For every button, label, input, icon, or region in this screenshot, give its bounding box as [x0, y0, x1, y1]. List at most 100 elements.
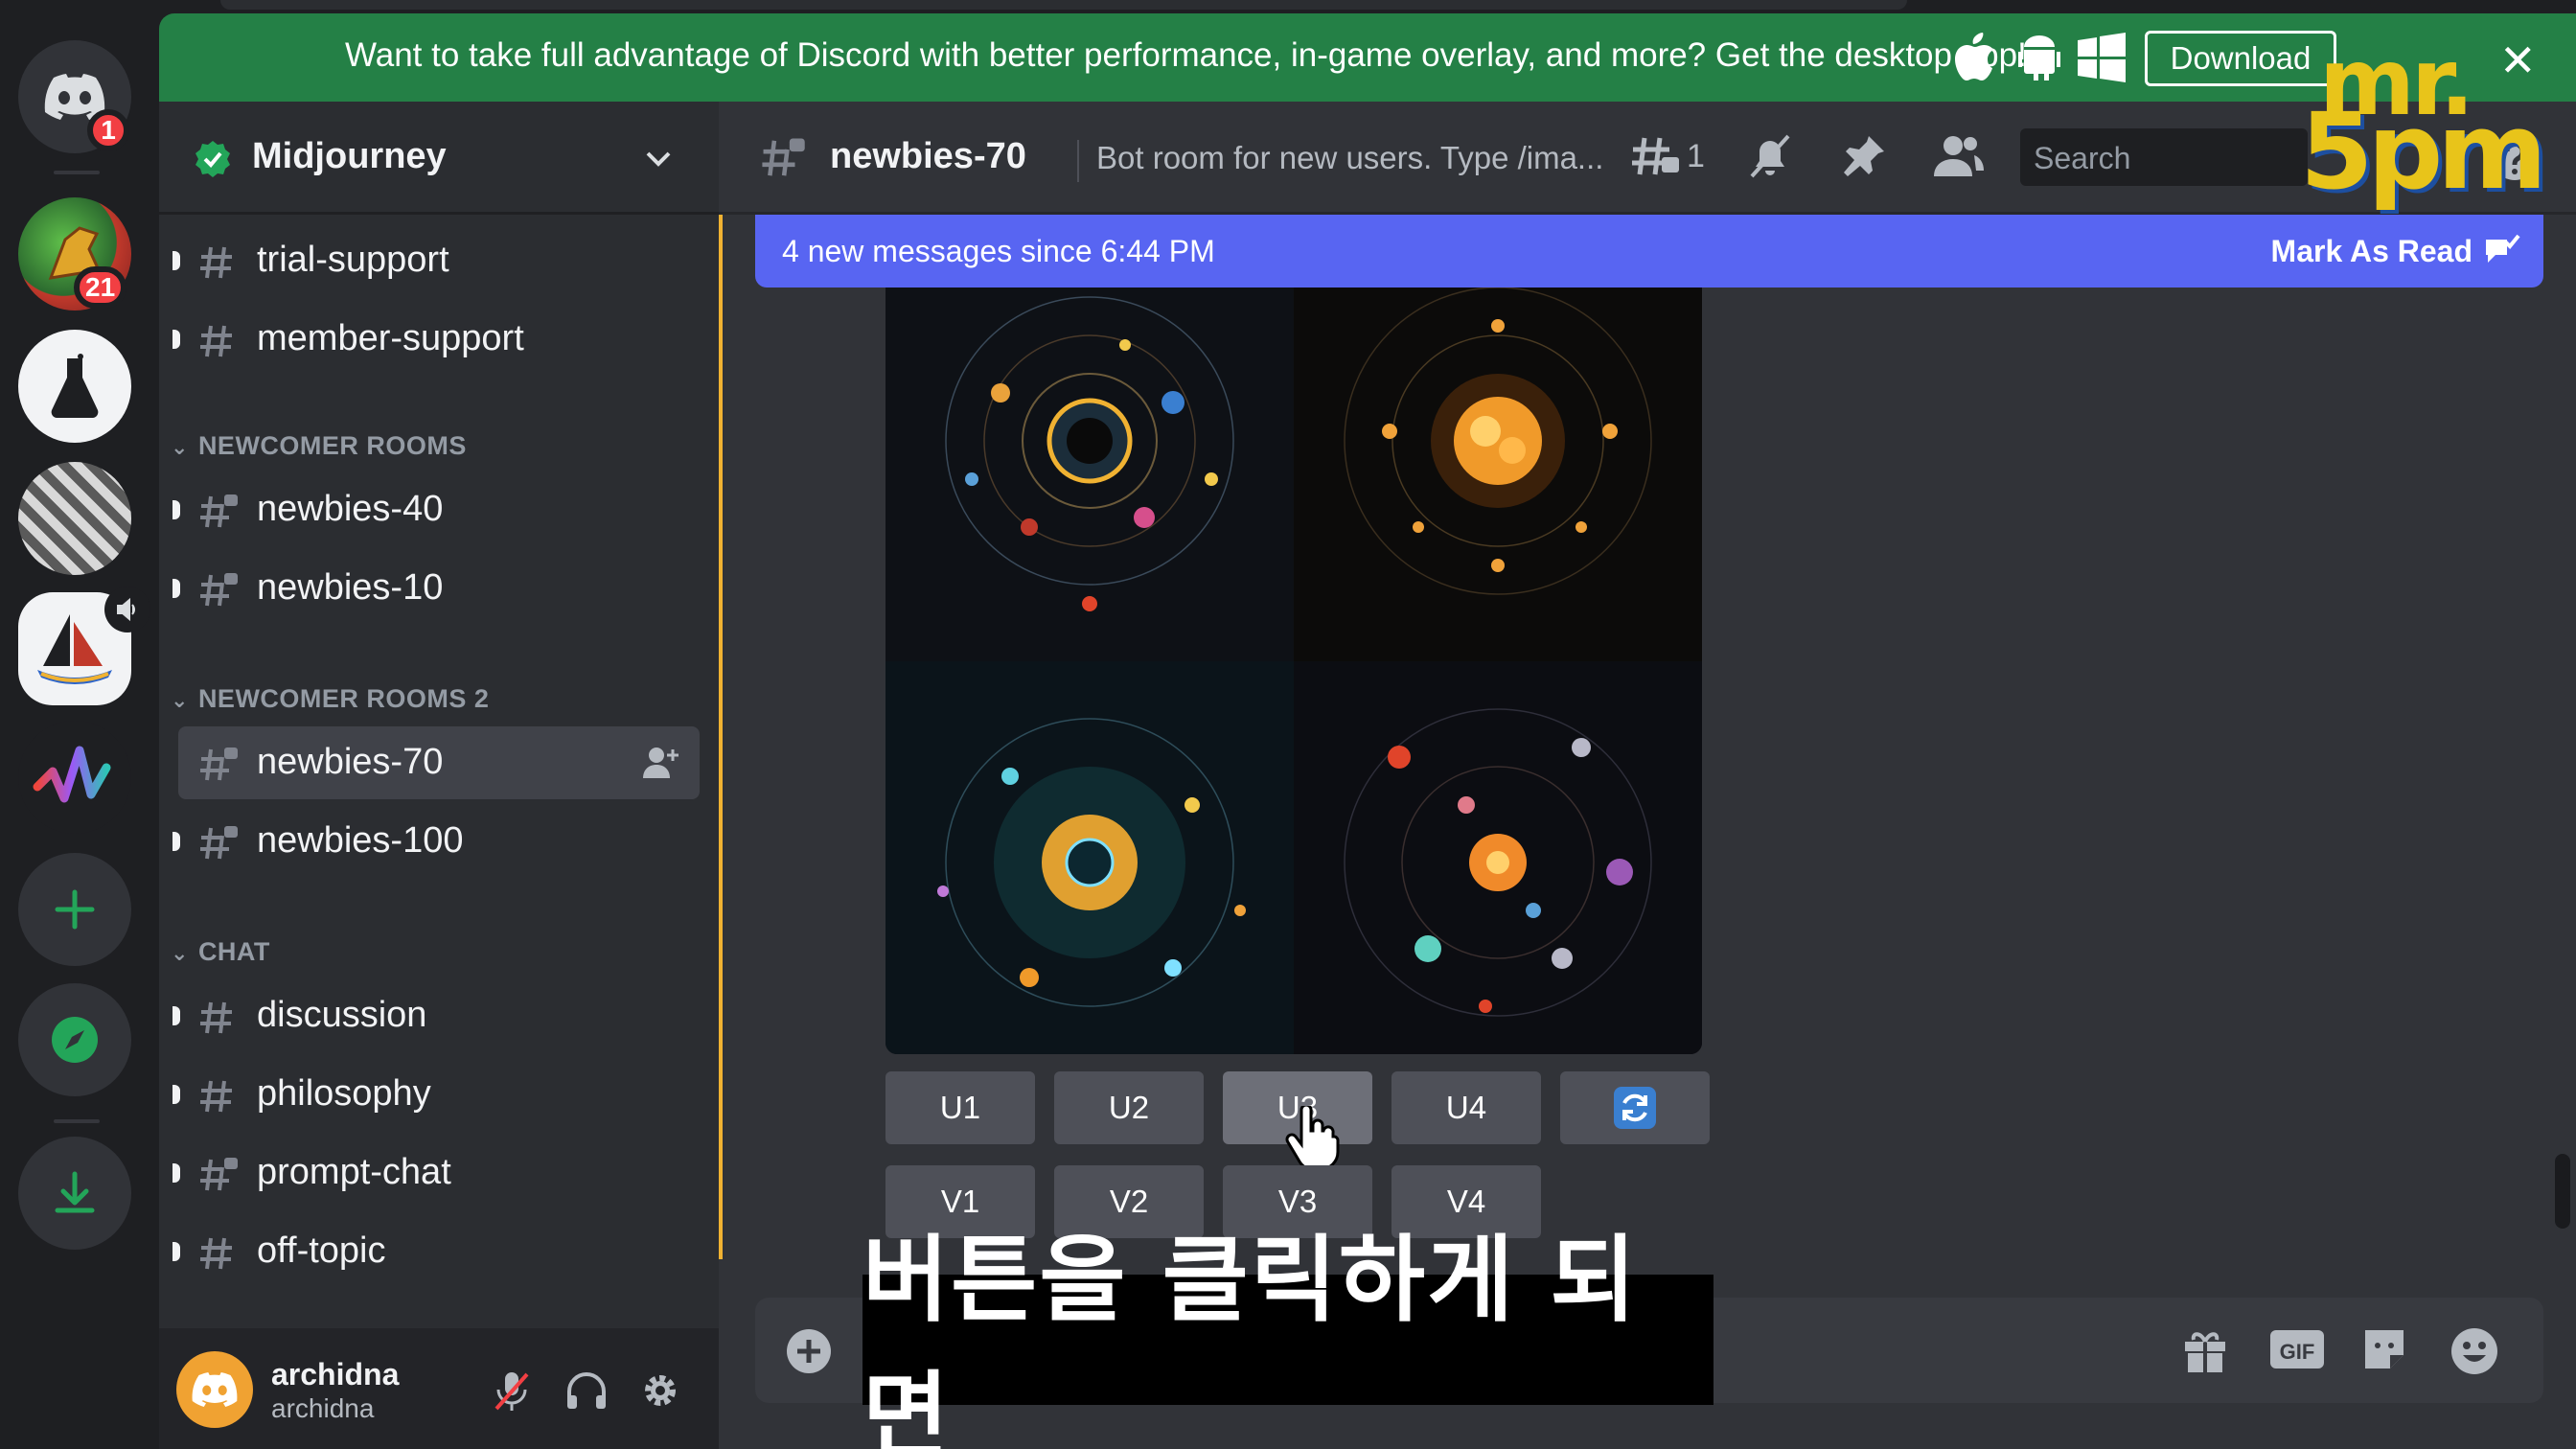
- scrollbar-thumb[interactable]: [2555, 1154, 2570, 1229]
- channel-member-support[interactable]: member-support: [172, 303, 700, 376]
- hash-icon: [200, 1080, 232, 1113]
- download-apps-button[interactable]: [18, 1137, 131, 1250]
- header-divider: [1077, 140, 1079, 182]
- thread-hash-icon: [200, 826, 238, 860]
- channel-label: discussion: [257, 995, 427, 1035]
- unread-indicator: [172, 1163, 180, 1183]
- channel-newbies-10[interactable]: newbies-10: [172, 552, 700, 625]
- invite-user-icon[interactable]: [642, 746, 680, 780]
- chevron-down-icon: ⌄: [171, 688, 189, 712]
- category-chat[interactable]: ⌄ CHAT: [171, 937, 270, 967]
- channel-label: off-topic: [257, 1230, 386, 1271]
- channel-watermark: mr. 5pm: [2300, 29, 2559, 213]
- channel-philosophy[interactable]: philosophy: [172, 1058, 700, 1131]
- search-input[interactable]: Search: [2020, 128, 2308, 186]
- svg-text:GIF: GIF: [2280, 1340, 2315, 1364]
- reroll-button[interactable]: [1560, 1071, 1710, 1144]
- android-icon[interactable]: [2018, 33, 2060, 82]
- new-messages-bar[interactable]: 4 new messages since 6:44 PM Mark As Rea…: [755, 215, 2543, 288]
- discord-logo-icon: [192, 1372, 238, 1407]
- server-wave-icon[interactable]: [18, 721, 131, 834]
- server-horse-icon[interactable]: 21: [18, 197, 131, 310]
- channel-header: newbies-70 Bot room for new users. Type …: [719, 102, 2576, 215]
- upscale-4-button[interactable]: U4: [1392, 1071, 1541, 1144]
- attach-plus-icon[interactable]: [786, 1328, 832, 1374]
- channel-off-topic[interactable]: off-topic: [172, 1215, 700, 1288]
- emoji-icon[interactable]: [2450, 1326, 2499, 1376]
- upscale-1-button[interactable]: U1: [886, 1071, 1035, 1144]
- unread-indicator: [172, 1006, 180, 1025]
- server-lab-icon[interactable]: [18, 330, 131, 443]
- verified-check-icon: [196, 141, 230, 177]
- download-icon: [55, 1171, 95, 1213]
- direct-messages-button[interactable]: 1: [18, 40, 131, 153]
- gif-icon[interactable]: GIF: [2269, 1326, 2325, 1372]
- subtitle-text: 버튼을 클릭하게 되면: [862, 1226, 1639, 1449]
- generated-image-1[interactable]: [886, 288, 1294, 661]
- channel-label: newbies-40: [257, 489, 444, 529]
- channel-sidebar: Midjourney trial-support member-support …: [159, 102, 719, 1449]
- server-pattern-icon[interactable]: [18, 462, 131, 575]
- refresh-icon: [1614, 1087, 1656, 1129]
- wave-logo-icon: [33, 746, 111, 803]
- video-subtitle: 버튼을 클릭하게 되면: [862, 1226, 1714, 1449]
- server-midjourney-icon[interactable]: [18, 586, 150, 705]
- threads-icon[interactable]: [1629, 132, 1681, 180]
- headphones-icon[interactable]: [565, 1370, 608, 1411]
- category-newcomer-rooms-2[interactable]: ⌄ NEWCOMER ROOMS 2: [171, 684, 489, 714]
- category-newcomer-rooms[interactable]: ⌄ NEWCOMER ROOMS: [171, 431, 467, 461]
- desktop-app-banner: Want to take full advantage of Discord w…: [159, 13, 2576, 102]
- channel-newbies-70[interactable]: newbies-70: [178, 726, 700, 799]
- generated-image-4[interactable]: [1294, 661, 1702, 1054]
- avatar[interactable]: [176, 1351, 253, 1428]
- channel-discussion[interactable]: discussion: [172, 979, 700, 1052]
- compass-icon: [52, 1017, 98, 1063]
- guild-header[interactable]: Midjourney: [159, 102, 719, 215]
- channel-trial-support[interactable]: trial-support: [172, 224, 700, 297]
- channel-newbies-100[interactable]: newbies-100: [172, 805, 700, 878]
- mark-as-read-button[interactable]: Mark As Read: [2271, 234, 2472, 269]
- browser-url-bar[interactable]: [220, 0, 1907, 10]
- chevron-down-icon[interactable]: [644, 144, 673, 172]
- plus-icon: [55, 889, 95, 930]
- search-placeholder: Search: [2034, 141, 2131, 175]
- channel-prompt-chat[interactable]: prompt-chat: [172, 1137, 700, 1209]
- sticker-icon[interactable]: [2361, 1326, 2407, 1372]
- thread-count: 1: [1687, 138, 1705, 174]
- channel-topic[interactable]: Bot room for new users. Type /ima...: [1096, 140, 1603, 176]
- channel-label: philosophy: [257, 1073, 431, 1114]
- gift-icon[interactable]: [2181, 1326, 2229, 1374]
- unread-indicator: [172, 251, 180, 270]
- username: archidna: [271, 1357, 400, 1392]
- unread-indicator: [172, 500, 180, 519]
- channel-newbies-40[interactable]: newbies-40: [172, 473, 700, 546]
- new-messages-text: 4 new messages since 6:44 PM: [782, 234, 1215, 268]
- mute-microphone-icon[interactable]: [493, 1370, 531, 1413]
- upscale-2-button[interactable]: U2: [1054, 1071, 1204, 1144]
- channel-label: newbies-70: [257, 742, 444, 782]
- windows-icon[interactable]: [2078, 33, 2126, 82]
- guild-name: Midjourney: [252, 136, 447, 176]
- channel-label: newbies-10: [257, 567, 444, 608]
- generated-image-3[interactable]: [886, 661, 1294, 1054]
- channel-label: prompt-chat: [257, 1152, 451, 1192]
- server-rail: 1 21: [0, 0, 159, 1449]
- pin-icon[interactable]: [1840, 132, 1888, 180]
- rail-separator: [54, 171, 100, 174]
- settings-gear-icon[interactable]: [640, 1370, 680, 1411]
- notifications-muted-icon[interactable]: [1746, 132, 1794, 180]
- voice-speaker-icon: [104, 586, 150, 632]
- hand-cursor-icon: [1285, 1106, 1340, 1171]
- dm-notification-badge: 1: [87, 109, 129, 151]
- member-list-icon[interactable]: [1932, 132, 1986, 180]
- generated-image-2[interactable]: [1294, 288, 1702, 661]
- category-label: NEWCOMER ROOMS: [197, 431, 467, 460]
- hash-icon: [200, 1001, 232, 1034]
- explore-servers-button[interactable]: [18, 983, 131, 1096]
- midjourney-image-grid[interactable]: [886, 288, 1702, 1054]
- thread-hash-icon: [200, 748, 238, 781]
- add-server-button[interactable]: [18, 853, 131, 966]
- category-label: NEWCOMER ROOMS 2: [197, 684, 490, 713]
- browser-strip: [0, 0, 2576, 13]
- apple-icon[interactable]: [1953, 33, 1995, 82]
